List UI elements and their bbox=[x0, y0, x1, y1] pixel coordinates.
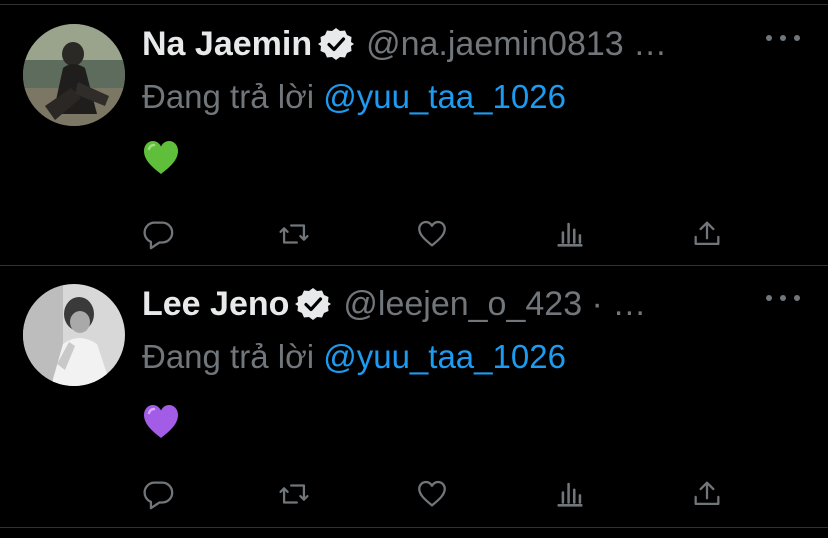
author-row: Lee Jeno @leejen_o_423 · … bbox=[142, 280, 646, 328]
like-icon[interactable] bbox=[412, 214, 452, 254]
tweet-divider bbox=[0, 265, 828, 266]
author-name[interactable]: Lee Jeno bbox=[142, 285, 289, 324]
reply-mention-link[interactable]: @yuu_taa_1026 bbox=[323, 338, 566, 375]
verified-badge-icon bbox=[318, 26, 355, 62]
purple-heart-emoji-icon bbox=[142, 404, 180, 445]
reply-context: Đang trả lời @yuu_taa_1026 bbox=[142, 78, 566, 116]
tweet-actions bbox=[142, 214, 742, 254]
reply-icon[interactable] bbox=[138, 214, 178, 254]
avatar[interactable] bbox=[23, 284, 125, 386]
author-handle[interactable]: @na.jaemin0813 … bbox=[366, 25, 667, 64]
bottom-divider bbox=[0, 527, 828, 528]
tweet[interactable]: Lee Jeno @leejen_o_423 · … Đang trả lời … bbox=[0, 280, 828, 538]
avatar-photo bbox=[23, 284, 125, 386]
top-divider bbox=[0, 4, 828, 5]
reply-icon[interactable] bbox=[138, 474, 178, 514]
avatar-photo bbox=[23, 24, 125, 126]
views-icon[interactable] bbox=[550, 214, 590, 254]
more-options-icon[interactable] bbox=[766, 288, 800, 308]
tweet-actions bbox=[142, 474, 742, 514]
author-row: Na Jaemin @na.jaemin0813 … bbox=[142, 20, 667, 68]
reply-mention-link[interactable]: @yuu_taa_1026 bbox=[323, 78, 566, 115]
share-icon[interactable] bbox=[687, 474, 727, 514]
reply-prefix: Đang trả lời bbox=[142, 78, 315, 115]
share-icon[interactable] bbox=[687, 214, 727, 254]
reply-context: Đang trả lời @yuu_taa_1026 bbox=[142, 338, 566, 376]
retweet-icon[interactable] bbox=[274, 474, 314, 514]
author-handle[interactable]: @leejen_o_423 · … bbox=[343, 285, 646, 324]
retweet-icon[interactable] bbox=[274, 214, 314, 254]
author-name[interactable]: Na Jaemin bbox=[142, 25, 312, 64]
verified-badge-icon bbox=[295, 286, 332, 322]
reply-prefix: Đang trả lời bbox=[142, 338, 315, 375]
like-icon[interactable] bbox=[412, 474, 452, 514]
green-heart-emoji-icon bbox=[142, 140, 180, 181]
tweet[interactable]: Na Jaemin @na.jaemin0813 … Đang trả lời … bbox=[0, 20, 828, 278]
avatar[interactable] bbox=[23, 24, 125, 126]
more-options-icon[interactable] bbox=[766, 28, 800, 48]
views-icon[interactable] bbox=[550, 474, 590, 514]
